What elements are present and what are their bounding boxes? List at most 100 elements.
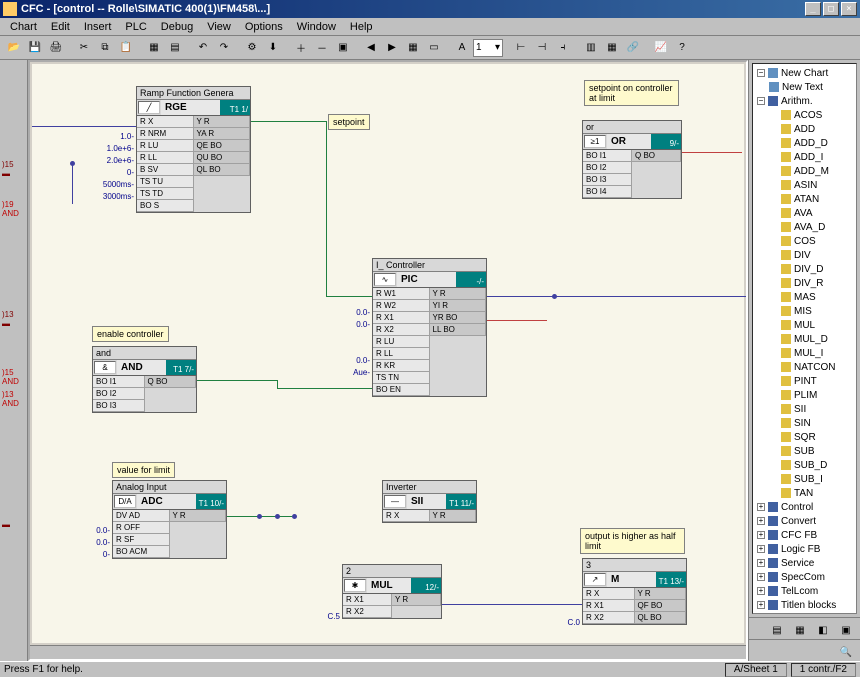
block-sii[interactable]: Inverter — SII T1 11/- R X Y R [382, 480, 477, 523]
pic-out-yr[interactable]: YR BO [430, 312, 487, 324]
tree-item-cos[interactable]: COS [755, 234, 854, 248]
horizontal-scrollbar[interactable] [30, 645, 746, 659]
mul-out-y[interactable]: Y R [392, 594, 441, 606]
tree-item-div_d[interactable]: DIV_D [755, 262, 854, 276]
pic-in-x2[interactable]: R X2 [373, 324, 430, 336]
tree-item-div[interactable]: DIV [755, 248, 854, 262]
pic-in-ll[interactable]: R LL [373, 348, 430, 360]
catalog-tab-2-icon[interactable]: ▦ [790, 620, 810, 640]
m-out-qf[interactable]: QF BO [635, 600, 687, 612]
block-m[interactable]: 3 ↗ M T1 13/- R X R X1 R X2 Y R QF BO [582, 558, 687, 625]
tool-help-icon[interactable]: ? [672, 38, 692, 58]
m-out-ql[interactable]: QL BO [635, 612, 687, 624]
menu-options[interactable]: Options [239, 20, 289, 34]
tool-copy-icon[interactable]: ⧉ [95, 38, 115, 58]
menu-edit[interactable]: Edit [45, 20, 76, 34]
tool-catalog-icon[interactable]: ▦ [144, 38, 164, 58]
expand-icon[interactable]: + [757, 601, 765, 609]
adc-out-y[interactable]: Y R [170, 510, 227, 522]
tool-print-icon[interactable]: 🖨 [46, 38, 66, 58]
tree-new-text[interactable]: New Text [755, 80, 854, 94]
ramp-in-sv[interactable]: B SV [137, 164, 194, 176]
or-in-1[interactable]: BO I1 [583, 150, 632, 162]
and-in-3[interactable]: BO I3 [93, 400, 145, 412]
pic-in-kr[interactable]: R KR [373, 360, 430, 372]
tree-item-add_m[interactable]: ADD_M [755, 164, 854, 178]
ramp-in-ll[interactable]: R LL [137, 152, 194, 164]
menu-debug[interactable]: Debug [155, 20, 199, 34]
pic-out-y[interactable]: Y R [430, 288, 487, 300]
tree-item-sin[interactable]: SIN [755, 416, 854, 430]
tree-item-sub_d[interactable]: SUB_D [755, 458, 854, 472]
tool-grid-icon[interactable]: ▤ [165, 38, 185, 58]
and-in-2[interactable]: BO I2 [93, 388, 145, 400]
ramp-in-lu[interactable]: R LU [137, 140, 194, 152]
tool-align-l-icon[interactable]: ⊢ [511, 38, 531, 58]
ramp-out-qu[interactable]: QU BO [194, 152, 251, 164]
tree-item-ava_d[interactable]: AVA_D [755, 220, 854, 234]
pic-in-w1[interactable]: R W1 [373, 288, 430, 300]
tool-link-icon[interactable]: 🔗 [623, 38, 643, 58]
menu-help[interactable]: Help [344, 20, 379, 34]
tree-item-asin[interactable]: ASIN [755, 178, 854, 192]
or-in-2[interactable]: BO I2 [583, 162, 632, 174]
adc-in-ad[interactable]: DV AD [113, 510, 170, 522]
block-adc[interactable]: Analog Input D/A ADC T1 10/- DV AD R OFF… [112, 480, 227, 559]
tree-item-mul[interactable]: MUL [755, 318, 854, 332]
tool-test-icon[interactable]: ▦ [602, 38, 622, 58]
expand-icon[interactable]: + [757, 517, 765, 525]
tool-align-c-icon[interactable]: ⊣ [532, 38, 552, 58]
expand-icon[interactable]: + [757, 559, 765, 567]
tool-redo-icon[interactable]: ↷ [214, 38, 234, 58]
m-in-x2[interactable]: R X2 [583, 612, 635, 624]
pic-in-tn[interactable]: TS TN [373, 372, 430, 384]
menu-view[interactable]: View [201, 20, 237, 34]
expand-icon[interactable]: + [757, 587, 765, 595]
ramp-in-td[interactable]: TS TD [137, 188, 194, 200]
sii-in-x[interactable]: R X [383, 510, 430, 522]
tag-setpoint[interactable]: setpoint [328, 114, 370, 130]
ramp-in-s[interactable]: BO S [137, 200, 194, 212]
or-in-4[interactable]: BO I4 [583, 186, 632, 198]
tool-sheet-prev-icon[interactable]: ◀ [361, 38, 381, 58]
tree-item-mis[interactable]: MIS [755, 304, 854, 318]
m-in-x[interactable]: R X [583, 588, 635, 600]
catalog-find-icon[interactable]: 🔍 [836, 642, 856, 662]
mul-in-x1[interactable]: R X1 [343, 594, 392, 606]
tree-item-mul_d[interactable]: MUL_D [755, 332, 854, 346]
ramp-in-nrm[interactable]: R NRM [137, 128, 194, 140]
tool-sheet-next-icon[interactable]: ▶ [382, 38, 402, 58]
tag-value-limit[interactable]: value for limit [112, 462, 175, 478]
tree-item-tan[interactable]: TAN [755, 486, 854, 500]
ramp-out-ya[interactable]: YA R [194, 128, 251, 140]
adc-in-acm[interactable]: BO ACM [113, 546, 170, 558]
m-out-y[interactable]: Y R [635, 588, 687, 600]
tool-page-icon[interactable]: ▭ [424, 38, 444, 58]
tool-sheet-combo[interactable]: 1▾ [473, 39, 503, 57]
and-in-1[interactable]: BO I1 [93, 376, 145, 388]
menu-window[interactable]: Window [291, 20, 342, 34]
tree-item-add_i[interactable]: ADD_I [755, 150, 854, 164]
tree-folder-logic-fb[interactable]: +Logic FB [755, 542, 854, 556]
ramp-in-tu[interactable]: TS TU [137, 176, 194, 188]
tool-overview-icon[interactable]: ▦ [403, 38, 423, 58]
block-ramp[interactable]: Ramp Function Genera ╱ RGE T1 1/ R X R N… [136, 86, 251, 213]
tool-text-icon[interactable]: A [452, 38, 472, 58]
tree-item-acos[interactable]: ACOS [755, 108, 854, 122]
tool-fit-icon[interactable]: ▣ [333, 38, 353, 58]
tool-download-icon[interactable]: ⬇ [263, 38, 283, 58]
or-in-3[interactable]: BO I3 [583, 174, 632, 186]
tool-align-r-icon[interactable]: ⫞ [553, 38, 573, 58]
tree-new-chart[interactable]: −New Chart [755, 66, 854, 80]
tag-sp-on[interactable]: setpoint on controller at limit [584, 80, 679, 106]
block-pic[interactable]: I_ Controller ∿ PIC -/- R W1 R W2 R X1 R… [372, 258, 487, 397]
tree-item-sqr[interactable]: SQR [755, 430, 854, 444]
tool-zoomin-icon[interactable]: ＋ [291, 38, 311, 58]
catalog-tree[interactable]: −New Chart New Text −Arithm. ACOSADDADD_… [752, 63, 857, 614]
tool-undo-icon[interactable]: ↶ [193, 38, 213, 58]
tree-item-ava[interactable]: AVA [755, 206, 854, 220]
tree-item-sub_i[interactable]: SUB_I [755, 472, 854, 486]
tool-save-icon[interactable]: 💾 [25, 38, 45, 58]
ramp-out-y[interactable]: Y R [194, 116, 251, 128]
chart-canvas[interactable]: setpoint setpoint on controller at limit… [32, 64, 744, 643]
